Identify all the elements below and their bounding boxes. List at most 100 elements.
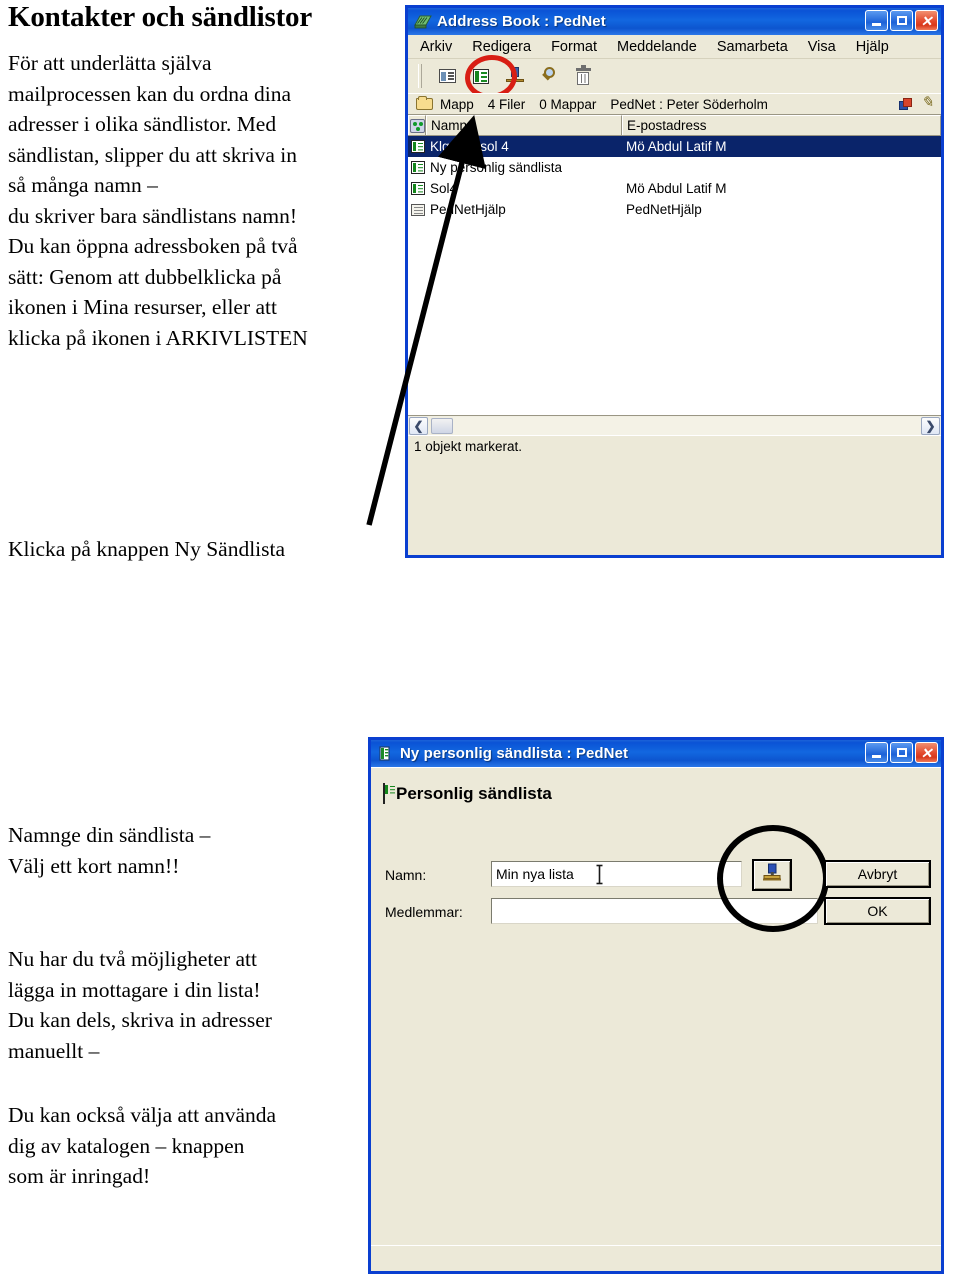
address-book-title-text: Address Book : PedNet bbox=[437, 13, 606, 30]
text-line: sändlistan, slipper du att skriva in bbox=[8, 142, 298, 167]
dialog-heading: Personlig sändlista bbox=[383, 783, 552, 804]
menu-item-samarbeta[interactable]: Samarbeta bbox=[717, 39, 788, 55]
text-line: manuellt – bbox=[8, 1038, 100, 1063]
text-line: Klicka på knappen Ny Sändlista bbox=[8, 537, 286, 561]
address-book-status-bar: 1 objekt markerat. bbox=[408, 435, 941, 456]
plain-list-icon bbox=[408, 203, 428, 216]
table-row[interactable]: Sol4 Mö Abdul Latif M bbox=[408, 178, 941, 199]
row-email: Mö Abdul Latif M bbox=[626, 181, 727, 196]
info-path: PedNet : Peter Söderholm bbox=[610, 96, 768, 112]
scrollbar-track[interactable] bbox=[453, 416, 921, 435]
column-header-namn[interactable]: Namn bbox=[426, 115, 622, 135]
info-file-count: 4 Filer bbox=[487, 96, 526, 112]
row-email: Mö Abdul Latif M bbox=[626, 139, 727, 154]
address-book-window-controls: ✕ bbox=[865, 10, 938, 31]
paragraph-mottagare: Nu har du två möjligheter att lägga in m… bbox=[8, 944, 393, 1066]
menu-item-hjalp[interactable]: Hjälp bbox=[856, 39, 889, 55]
maximize-button[interactable] bbox=[890, 10, 913, 31]
medlemmar-label: Medlemmar: bbox=[385, 904, 463, 920]
directory-button[interactable] bbox=[752, 859, 792, 891]
new-contact-button[interactable] bbox=[432, 63, 462, 89]
search-button[interactable] bbox=[534, 63, 564, 89]
dialog-heading-text: Personlig sändlista bbox=[396, 784, 552, 803]
namn-input[interactable]: Min nya lista bbox=[491, 861, 742, 887]
text-line: dig av katalogen – knappen bbox=[8, 1133, 245, 1158]
new-group-list-icon bbox=[473, 68, 489, 84]
text-line: Namnge din sändlista – bbox=[8, 823, 211, 847]
text-line: sätt: Genom att dubbelklicka på bbox=[8, 264, 282, 289]
text-line: mailprocessen kan du ordna dina bbox=[8, 81, 291, 106]
text-line: ikonen i Mina resurser, eller att bbox=[8, 295, 277, 319]
scrollbar-thumb[interactable] bbox=[431, 417, 453, 434]
row-name: PedNetHjälp bbox=[430, 202, 506, 217]
minimize-button[interactable] bbox=[865, 742, 888, 763]
text-line: som är inringad! bbox=[8, 1164, 151, 1188]
group-list-icon bbox=[408, 182, 428, 195]
contact-list-body[interactable]: Klgrupp sol 4 Mö Abdul Latif M Ny person… bbox=[408, 136, 941, 415]
paragraph-klicka: Klicka på knappen Ny Sändlista bbox=[8, 534, 393, 565]
horizontal-scrollbar[interactable]: ❮ ❯ bbox=[408, 415, 941, 435]
text-line: klicka på ikonen i ARKIVLISTEN bbox=[8, 325, 308, 350]
text-line: adresser i olika sändlistor. Med bbox=[8, 112, 277, 136]
table-row[interactable]: Ny personlig sändlista bbox=[408, 157, 941, 178]
stamp-icon bbox=[506, 67, 524, 85]
stamp-button[interactable] bbox=[500, 63, 530, 89]
row-name: Sol4 bbox=[430, 181, 458, 196]
address-book-menu-bar: Arkiv Redigera Format Meddelande Samarbe… bbox=[408, 35, 941, 59]
new-list-dialog-window: Ny personlig sändlista : PedNet ✕ Person… bbox=[368, 737, 944, 1274]
paragraph-namnge: Namnge din sändlista – Välj ett kort nam… bbox=[8, 820, 393, 881]
menu-item-visa[interactable]: Visa bbox=[808, 39, 836, 55]
text-line: du skriver bara sändlistans namn! bbox=[8, 203, 297, 228]
search-icon bbox=[540, 67, 558, 85]
status-text: 1 objekt markerat. bbox=[414, 438, 523, 454]
text-line: Nu har du två möjligheter att bbox=[8, 947, 257, 971]
new-group-list-button[interactable] bbox=[466, 63, 496, 89]
info-folder-count: 0 Mappar bbox=[539, 96, 597, 112]
text-line: Du kan dels, skriva in adresser bbox=[8, 1008, 272, 1032]
table-row[interactable]: PedNetHjälp PedNetHjälp bbox=[408, 199, 941, 220]
minimize-button[interactable] bbox=[865, 10, 888, 31]
trash-icon bbox=[575, 65, 591, 85]
text-line: Välj ett kort namn!! bbox=[8, 853, 180, 878]
address-book-title-bar[interactable]: Address Book : PedNet ✕ bbox=[408, 8, 941, 35]
medlemmar-input[interactable] bbox=[491, 898, 818, 924]
text-line: Du kan också välja att använda bbox=[8, 1103, 277, 1127]
personal-list-icon bbox=[377, 745, 395, 762]
row-email: PedNetHjälp bbox=[626, 202, 702, 217]
menu-item-arkiv[interactable]: Arkiv bbox=[420, 39, 452, 55]
people-icon bbox=[409, 118, 425, 133]
toolbar-grip[interactable] bbox=[418, 64, 422, 88]
scroll-right-arrow-icon[interactable]: ❯ bbox=[921, 416, 940, 435]
dialog-status-bar bbox=[371, 1245, 941, 1271]
new-list-window-controls: ✕ bbox=[865, 742, 938, 763]
delete-button[interactable] bbox=[568, 63, 598, 89]
maximize-button[interactable] bbox=[890, 742, 913, 763]
scroll-left-arrow-icon[interactable]: ❮ bbox=[409, 416, 428, 435]
text-line: Du kan öppna adressboken på två bbox=[8, 234, 298, 258]
group-list-icon bbox=[383, 783, 385, 804]
new-list-title-bar[interactable]: Ny personlig sändlista : PedNet ✕ bbox=[371, 740, 941, 767]
menu-item-meddelande[interactable]: Meddelande bbox=[617, 39, 697, 55]
text-line: lägga in mottagare i din lista! bbox=[8, 977, 261, 1002]
directory-stamp-icon bbox=[762, 863, 782, 888]
info-folder-label: Mapp bbox=[440, 96, 474, 112]
menu-item-format[interactable]: Format bbox=[551, 39, 597, 55]
paragraph-intro: För att underlätta själva mailprocessen … bbox=[8, 48, 393, 353]
column-header-epostadress[interactable]: E-postadress bbox=[622, 115, 941, 135]
menu-item-redigera[interactable]: Redigera bbox=[472, 39, 531, 55]
ok-button[interactable]: OK bbox=[824, 897, 931, 925]
contact-list-header: Namn E-postadress bbox=[408, 115, 941, 136]
close-button[interactable]: ✕ bbox=[915, 742, 938, 763]
new-contact-icon bbox=[438, 69, 456, 83]
cancel-button[interactable]: Avbryt bbox=[824, 860, 931, 888]
group-list-icon bbox=[408, 140, 428, 153]
paragraph-katalog: Du kan också välja att använda dig av ka… bbox=[8, 1100, 393, 1192]
edit-pen-icon[interactable]: ✎ bbox=[921, 96, 934, 111]
copy-icon[interactable] bbox=[899, 97, 913, 111]
close-button[interactable]: ✕ bbox=[915, 10, 938, 31]
table-row[interactable]: Klgrupp sol 4 Mö Abdul Latif M bbox=[408, 136, 941, 157]
page-root: Kontakter och sändlistor För att underlä… bbox=[0, 0, 960, 1280]
row-name: Klgrupp sol 4 bbox=[430, 139, 509, 154]
folder-icon bbox=[416, 96, 433, 110]
page-title: Kontakter och sändlistor bbox=[8, 1, 313, 33]
